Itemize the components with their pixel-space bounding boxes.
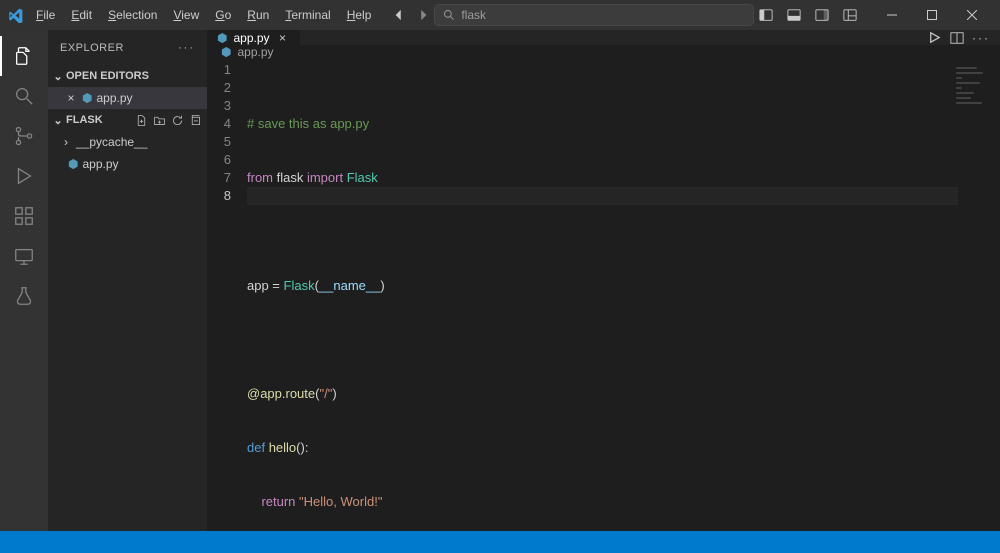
open-editor-filename: app.py [96,91,132,105]
activity-explorer-icon[interactable] [0,36,48,76]
window-maximize-icon[interactable] [912,0,952,30]
customize-layout-icon[interactable] [838,3,862,27]
breadcrumb[interactable]: ⬢ app.py [207,45,1000,59]
tree-folder-label: __pycache__ [76,135,147,149]
editor-tabs: ⬢ app.py × ··· [207,30,1000,45]
window-minimize-icon[interactable] [872,0,912,30]
tree-folder-pycache[interactable]: › __pycache__ [48,131,207,153]
tab-close-icon[interactable]: × [276,31,290,45]
minimap[interactable] [956,67,986,107]
menu-terminal[interactable]: Terminal [278,4,337,26]
layout-panel-icon[interactable] [782,3,806,27]
code-editor[interactable]: 12345678 # save this as app.py from flas… [207,59,1000,547]
nav-forward-icon[interactable] [412,4,434,26]
sidebar-explorer: EXPLORER ··· ⌄ OPEN EDITORS × ⬢ app.py ⌄… [48,30,207,531]
python-file-icon: ⬢ [217,31,227,45]
activity-bar [0,30,48,531]
line-gutter: 12345678 [207,59,247,547]
menu-bar: FFileile Edit Selection View Go Run Term… [29,4,378,26]
breadcrumb-file: app.py [237,45,273,59]
collapse-all-icon[interactable] [187,112,203,128]
folder-label: FLASK [66,114,103,126]
activity-remote-icon[interactable] [0,236,48,276]
search-icon [443,9,455,21]
activity-run-debug-icon[interactable] [0,156,48,196]
menu-view[interactable]: View [166,4,206,26]
title-bar: FFileile Edit Selection View Go Run Term… [0,0,1000,30]
activity-testing-icon[interactable] [0,276,48,316]
open-editors-header[interactable]: ⌄ OPEN EDITORS [48,65,207,87]
chevron-right-icon: › [60,135,72,149]
editor-area: ⬢ app.py × ··· ⬢ app.py 12345678 # save … [207,30,1000,531]
python-file-icon: ⬢ [82,91,92,105]
vscode-logo-icon [8,7,23,23]
menu-go[interactable]: Go [208,4,238,26]
menu-edit[interactable]: Edit [64,4,99,26]
tab-label: app.py [233,31,269,45]
tree-file-app[interactable]: ⬢ app.py [48,153,207,175]
editor-more-icon[interactable]: ··· [972,31,990,45]
tab-app-py[interactable]: ⬢ app.py × [207,30,301,45]
refresh-icon[interactable] [169,112,185,128]
code-content[interactable]: # save this as app.py from flask import … [247,59,1000,547]
new-folder-icon[interactable] [151,112,167,128]
close-editor-icon[interactable]: × [64,91,78,105]
open-editors-label: OPEN EDITORS [66,70,149,82]
activity-source-control-icon[interactable] [0,116,48,156]
command-center-search[interactable]: flask [434,4,754,26]
open-editor-item[interactable]: × ⬢ app.py [48,87,207,109]
window-close-icon[interactable] [952,0,992,30]
layout-primary-side-icon[interactable] [754,3,778,27]
chevron-down-icon: ⌄ [52,70,64,83]
menu-run[interactable]: Run [240,4,276,26]
menu-selection[interactable]: Selection [101,4,164,26]
python-file-icon: ⬢ [68,157,78,171]
folder-header[interactable]: ⌄ FLASK [48,109,207,131]
menu-help[interactable]: Help [340,4,379,26]
split-editor-icon[interactable] [950,31,964,45]
menu-file[interactable]: FFileile [29,4,62,26]
search-text: flask [461,8,486,22]
status-bar[interactable] [0,531,1000,553]
chevron-down-icon: ⌄ [52,114,64,127]
sidebar-more-icon[interactable]: ··· [178,42,195,54]
run-file-icon[interactable] [927,30,942,45]
nav-back-icon[interactable] [388,4,410,26]
layout-secondary-side-icon[interactable] [810,3,834,27]
sidebar-title-label: EXPLORER [60,42,124,54]
activity-search-icon[interactable] [0,76,48,116]
new-file-icon[interactable] [133,112,149,128]
python-file-icon: ⬢ [221,45,231,59]
activity-extensions-icon[interactable] [0,196,48,236]
tree-file-label: app.py [82,157,118,171]
nav-arrows [388,4,434,26]
